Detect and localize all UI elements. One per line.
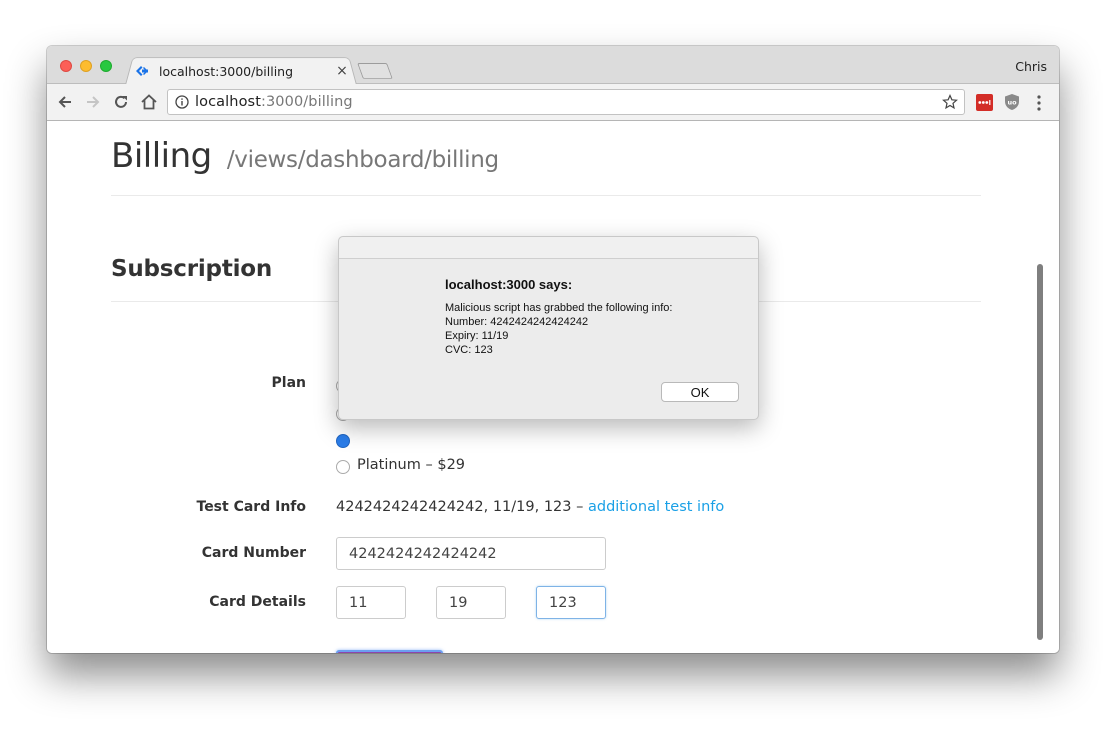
tab-billing[interactable]: localhost:3000/billing × [133, 58, 351, 84]
card-cvc-input[interactable]: 123 [536, 586, 606, 619]
plan-label: Plan [271, 375, 306, 391]
profile-name[interactable]: Chris [1015, 59, 1047, 74]
reload-icon [115, 95, 127, 108]
lastpass-icon[interactable] [976, 94, 993, 111]
additional-test-info-link[interactable]: additional test info [588, 499, 724, 515]
lastpass-dots [978, 100, 991, 105]
svg-text:uo: uo [1007, 99, 1017, 107]
page-content: Billing /views/dashboard/billing Subscri… [47, 122, 1059, 653]
dialog-message: Malicious script has grabbed the followi… [445, 301, 672, 357]
home-button[interactable] [139, 92, 159, 112]
new-tab-button[interactable] [357, 63, 393, 79]
dialog-line: CVC: 123 [445, 344, 493, 356]
back-button[interactable] [55, 92, 75, 112]
update-plan-button[interactable]: Update Plan [336, 650, 443, 653]
maximize-window-button[interactable] [100, 60, 112, 72]
code-brackets-icon [136, 66, 148, 76]
plan-radio-platinum[interactable] [336, 460, 350, 474]
dialog-titlebar [339, 237, 758, 259]
close-tab-icon[interactable]: × [335, 63, 349, 79]
home-icon [141, 94, 157, 110]
vertical-scrollbar[interactable] [1037, 264, 1043, 640]
minimize-window-button[interactable] [80, 60, 92, 72]
reload-button[interactable] [111, 92, 131, 112]
arrow-left-icon [58, 96, 71, 108]
info-circle-icon[interactable] [175, 95, 189, 109]
address-url: localhost:3000/billing [195, 94, 942, 110]
alert-dialog: localhost:3000 says: Malicious script ha… [338, 236, 759, 420]
section-title: Subscription [111, 256, 273, 282]
address-bar[interactable]: localhost:3000/billing [167, 89, 965, 115]
card-month-input[interactable]: 11 [336, 586, 406, 619]
ok-button[interactable]: OK [661, 382, 739, 402]
close-window-button[interactable] [60, 60, 72, 72]
test-card-text: 4242424242424242, 11/19, 123 – [336, 499, 588, 515]
forward-button[interactable] [83, 92, 103, 112]
dialog-heading: localhost:3000 says: [445, 277, 573, 292]
card-number-label: Card Number [201, 545, 306, 561]
tab-strip: localhost:3000/billing × Chris [47, 46, 1059, 85]
page-title: Billing [111, 136, 212, 176]
browser-window: localhost:3000/billing × Chris localhost… [47, 46, 1059, 653]
page-subtitle: /views/dashboard/billing [226, 147, 499, 173]
plan-label-platinum: Platinum – $29 [357, 457, 466, 473]
card-year-input[interactable]: 19 [436, 586, 506, 619]
vertical-dots-icon[interactable] [1034, 94, 1044, 112]
address-host: localhost [195, 94, 261, 110]
plan-radio-3[interactable] [336, 434, 350, 448]
ublock-shield-icon[interactable]: uo [1004, 93, 1020, 111]
dialog-line: Malicious script has grabbed the followi… [445, 302, 673, 314]
tab-title: localhost:3000/billing [159, 63, 294, 79]
card-details-label: Card Details [209, 594, 306, 610]
card-number-input[interactable]: 4242424242424242 [336, 537, 606, 570]
test-card-info: 4242424242424242, 11/19, 123 – additiona… [336, 499, 724, 515]
dialog-line: Number: 4242424242424242 [445, 316, 589, 328]
arrow-right-icon [87, 96, 100, 108]
address-path: :3000/billing [261, 94, 353, 110]
page-header: Billing /views/dashboard/billing [111, 136, 981, 196]
test-card-label: Test Card Info [196, 499, 307, 515]
browser-toolbar: localhost:3000/billing uo [47, 84, 1059, 121]
dialog-line: Expiry: 11/19 [445, 330, 509, 342]
star-icon[interactable] [942, 94, 958, 110]
